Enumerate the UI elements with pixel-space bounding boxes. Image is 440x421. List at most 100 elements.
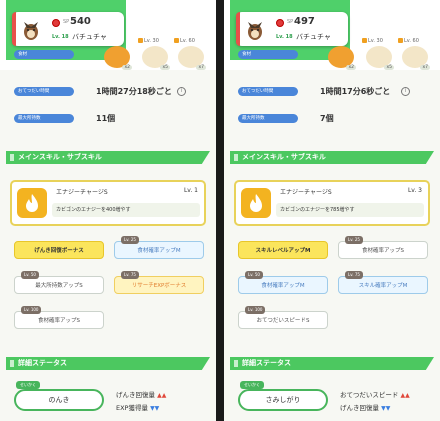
- card-accent: [12, 12, 16, 46]
- center-divider: [216, 0, 224, 421]
- subskill-level-badge: Lv. 50: [245, 271, 263, 279]
- ingredient-level: Lv. 60: [174, 38, 195, 44]
- help-time-label: おてつだい時間: [238, 87, 298, 96]
- subskill-label: 食材確率アップS: [38, 318, 80, 324]
- subskill-4[interactable]: Lv. 75 リサーチEXPボーナス: [114, 271, 204, 294]
- subskill-label: リサーチEXPボーナス: [131, 283, 187, 289]
- card-accent: [236, 12, 240, 46]
- subskill-1[interactable]: げんき回復ボーナス: [14, 241, 104, 259]
- pokeball-icon: [52, 19, 60, 27]
- help-time-value: 1時間17分6秒ごと: [320, 87, 391, 96]
- lock-icon: [138, 38, 143, 43]
- main-skill-name: エナジーチャージS: [280, 189, 332, 196]
- ingredient-qty: x7: [420, 65, 430, 70]
- subskill-level-badge: Lv. 75: [121, 271, 139, 279]
- ingredients-row: 食材: [238, 50, 438, 60]
- ingredients-row: 食材: [14, 50, 214, 60]
- pokemon-panel-right: SP 497 Lv. 18 バチュチャ x2 Lv. 30 x5 Lv. 60 …: [224, 0, 440, 421]
- nature-badge: せいかく: [16, 381, 40, 389]
- subskill-level-badge: Lv. 75: [345, 271, 363, 279]
- level-label: Lv. 18: [276, 34, 293, 40]
- nature-effect-down: げんき回復量 ▼▼: [340, 404, 391, 412]
- ingredient-qty: x2: [122, 65, 132, 70]
- main-skill-card[interactable]: エナジーチャージS Lv. 1 カビゴンのエナジーを400増やす: [10, 180, 206, 226]
- help-time-row: おてつだい時間 1時間27分18秒ごと i: [14, 87, 214, 97]
- subskill-level-badge: Lv. 25: [345, 236, 363, 244]
- help-time-row: おてつだい時間 1時間17分6秒ごと i: [238, 87, 438, 97]
- main-skill-card[interactable]: エナジーチャージS Lv. 3 カビゴンのエナジーを785増やす: [234, 180, 430, 226]
- info-icon[interactable]: i: [401, 87, 410, 96]
- pokemon-sprite-icon: [248, 22, 262, 40]
- subskill-3[interactable]: Lv. 50 食材確率アップM: [238, 271, 328, 294]
- flame-glyph: [250, 194, 262, 212]
- subskill-label: 最大所持数アップS: [35, 283, 83, 289]
- lock-icon: [362, 38, 367, 43]
- max-carry-row: 最大所持数 11個: [14, 114, 214, 124]
- subskill-1[interactable]: スキルレベルアップM: [238, 241, 328, 259]
- subskill-level-badge: Lv. 50: [21, 271, 39, 279]
- nature-badge: せいかく: [240, 381, 264, 389]
- subskill-3[interactable]: Lv. 50 最大所持数アップS: [14, 271, 104, 294]
- ingredients-label: 食材: [238, 50, 298, 59]
- ingredient-qty: x5: [384, 65, 394, 70]
- flame-glyph: [26, 194, 38, 212]
- subskill-4[interactable]: Lv. 75 スキル確率アップM: [338, 271, 428, 294]
- main-skill-desc: カビゴンのエナジーを400増やす: [52, 203, 200, 217]
- ingredient-level: Lv. 60: [398, 38, 419, 44]
- nature-value[interactable]: さみしがり: [238, 389, 328, 411]
- ingredient-qty: x7: [196, 65, 206, 70]
- down-arrows-icon: ▼▼: [150, 405, 160, 412]
- down-arrows-icon: ▼▼: [381, 405, 391, 412]
- max-carry-value: 7個: [320, 114, 334, 123]
- pokemon-sprite-icon: [24, 22, 38, 40]
- main-skill-name: エナジーチャージS: [56, 189, 108, 196]
- nature-effect-up: おてつだいスピード ▲▲: [340, 391, 410, 399]
- main-skill-level: Lv. 1: [183, 187, 198, 194]
- strength-value: 540: [70, 16, 91, 27]
- info-icon[interactable]: i: [177, 87, 186, 96]
- subskill-level-badge: Lv. 100: [21, 306, 42, 314]
- ingredient-level: Lv. 30: [362, 38, 383, 44]
- pokemon-panel-left: SP 540 Lv. 18 バチュチャ x2 Lv. 30 x5 Lv. 60 …: [0, 0, 216, 421]
- up-arrows-icon: ▲▲: [400, 392, 410, 399]
- max-carry-label: 最大所持数: [14, 114, 74, 123]
- flame-icon: [241, 188, 271, 218]
- nature-effect-down: EXP獲得量 ▼▼: [116, 404, 160, 412]
- stats-section-header: 詳細ステータス: [6, 357, 210, 370]
- ingredient-qty: x2: [346, 65, 356, 70]
- skills-section-header: メインスキル・サブスキル: [6, 151, 210, 164]
- max-carry-value: 11個: [96, 114, 116, 123]
- nature-value[interactable]: のんき: [14, 389, 104, 411]
- main-skill-level: Lv. 3: [407, 187, 422, 194]
- pokeball-icon: [276, 19, 284, 27]
- strength-label: SP: [63, 19, 70, 25]
- subskill-2[interactable]: Lv. 25 食材確率アップM: [114, 236, 204, 259]
- subskill-level-badge: Lv. 25: [121, 236, 139, 244]
- ingredients-label: 食材: [14, 50, 74, 59]
- up-arrows-icon: ▲▲: [157, 392, 167, 399]
- lock-icon: [174, 38, 179, 43]
- help-time-value: 1時間27分18秒ごと: [96, 87, 172, 96]
- flame-icon: [17, 188, 47, 218]
- max-carry-row: 最大所持数 7個: [238, 114, 438, 124]
- subskill-label: スキル確率アップM: [358, 283, 408, 289]
- main-skill-desc: カビゴンのエナジーを785増やす: [276, 203, 424, 217]
- level-label: Lv. 18: [52, 34, 69, 40]
- subskill-label: 食材確率アップM: [261, 283, 305, 289]
- subskill-level-badge: Lv. 100: [245, 306, 266, 314]
- subskill-5[interactable]: Lv. 100 おてつだいスピードS: [238, 306, 328, 329]
- help-time-label: おてつだい時間: [14, 87, 74, 96]
- subskill-label: 食材確率アップM: [137, 248, 181, 254]
- ingredient-qty: x5: [160, 65, 170, 70]
- subskill-label: おてつだいスピードS: [256, 318, 310, 324]
- subskill-label: スキルレベルアップM: [255, 248, 311, 254]
- nature-effect-up: げんき回復量 ▲▲: [116, 391, 167, 399]
- subskill-label: 食材確率アップS: [362, 248, 404, 254]
- subskill-5[interactable]: Lv. 100 食材確率アップS: [14, 306, 104, 329]
- subskill-label: げんき回復ボーナス: [34, 248, 84, 254]
- lock-icon: [398, 38, 403, 43]
- ingredient-level: Lv. 30: [138, 38, 159, 44]
- subskill-2[interactable]: Lv. 25 食材確率アップS: [338, 236, 428, 259]
- strength-value: 497: [294, 16, 315, 27]
- skills-section-header: メインスキル・サブスキル: [230, 151, 434, 164]
